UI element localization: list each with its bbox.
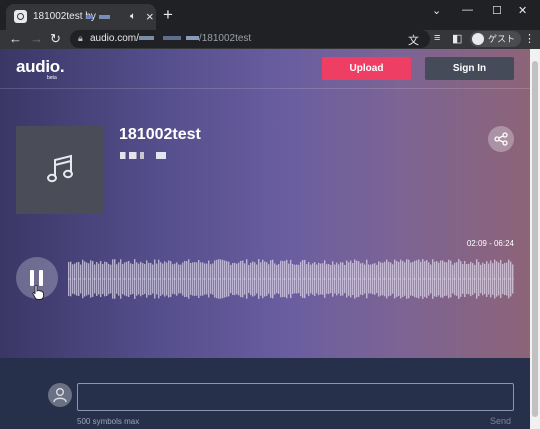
scrollbar[interactable] <box>530 49 540 429</box>
maximize-icon[interactable]: ☐ <box>492 4 502 17</box>
waveform-bar <box>116 264 118 294</box>
waveform-bar <box>156 263 158 295</box>
url-redacted <box>138 36 199 41</box>
tab-title-redacted <box>86 15 110 19</box>
waveform-bar <box>396 261 398 297</box>
menu-kebab-icon[interactable]: ⋮ <box>524 32 535 45</box>
waveform-bar <box>246 259 248 299</box>
scrollbar-thumb[interactable] <box>532 61 538 417</box>
waveform-bar <box>356 260 358 298</box>
forward-icon[interactable]: → <box>30 31 43 46</box>
comment-limit-text: 500 symbols max <box>77 417 140 426</box>
waveform-bar <box>176 262 178 296</box>
waveform-bar <box>426 260 428 298</box>
browser-tab[interactable]: 181002test by 🔈︎ × <box>6 4 156 30</box>
waveform-bar <box>236 263 238 295</box>
back-icon[interactable]: ← <box>9 31 22 46</box>
waveform-bar <box>376 264 378 294</box>
user-avatar-icon <box>48 383 72 407</box>
waveform-bar <box>206 263 208 295</box>
waveform-bar <box>486 261 488 297</box>
profile-button[interactable]: ゲスト <box>470 31 522 47</box>
waveform-bar <box>216 259 218 299</box>
side-panel-icon[interactable]: ◧ <box>452 32 462 45</box>
minimize-icon[interactable]: — <box>462 4 473 16</box>
waveform-bar <box>336 262 338 296</box>
media-queue-icon[interactable]: ≡ <box>434 32 440 44</box>
waveform-bar <box>436 261 438 297</box>
waveform-bar <box>456 262 458 296</box>
logo-beta-label: beta <box>47 75 57 81</box>
waveform-bar <box>476 259 478 299</box>
window-close-icon[interactable]: ✕ <box>518 4 527 17</box>
comments-section: 500 symbols max Send <box>0 358 530 429</box>
waveform-bar <box>276 264 278 294</box>
waveform-bar <box>146 260 148 298</box>
share-button[interactable] <box>488 126 514 152</box>
waveform-bar <box>306 264 308 294</box>
lock-icon[interactable]: 🔒︎ <box>78 33 83 44</box>
waveform-bar <box>506 262 508 296</box>
waveform-bar <box>106 262 108 296</box>
speaker-icon[interactable]: 🔈︎ <box>130 11 136 22</box>
share-icon <box>494 132 508 146</box>
browser-toolbar: ← → ↻ 🔒︎ audio.com//181002test 文 ≡ ◧ ゲスト… <box>0 30 540 49</box>
url-text: audio.com//181002test <box>90 33 252 44</box>
track-title: 181002test <box>119 126 201 143</box>
waveform-bar <box>136 262 138 296</box>
reload-icon[interactable]: ↻ <box>50 31 61 47</box>
waveform-bar <box>86 262 88 296</box>
waveform-bar <box>196 262 198 296</box>
music-note-icon <box>47 154 73 183</box>
audio-favicon-icon <box>14 10 27 23</box>
waveform-bar <box>296 264 298 294</box>
audio-waveform[interactable] <box>68 259 514 299</box>
tab-search-icon[interactable]: ⌄ <box>432 4 441 17</box>
waveform-bar <box>346 260 348 298</box>
hand-cursor-icon <box>32 285 44 300</box>
waveform-bar <box>166 262 168 296</box>
tab-bar: 181002test by 🔈︎ × + ⌄ — ☐ ✕ <box>0 0 540 30</box>
site-logo[interactable]: audio. <box>16 57 65 77</box>
track-cover-art <box>16 126 104 214</box>
waveform-bar <box>416 260 418 298</box>
waveform-bar <box>256 264 258 294</box>
page-content: audio. beta Upload Sign In 181002test 02… <box>0 49 530 429</box>
address-bar[interactable]: 🔒︎ audio.com//181002test <box>70 30 430 48</box>
waveform-bar <box>496 261 498 297</box>
waveform-bar <box>316 264 318 294</box>
waveform-bar <box>266 262 268 296</box>
waveform-bar <box>446 262 448 296</box>
translate-icon[interactable]: 文 <box>408 32 419 48</box>
pause-icon <box>30 270 34 286</box>
waveform-bar <box>366 259 368 299</box>
comment-input[interactable] <box>77 383 514 411</box>
profile-label: ゲスト <box>488 34 516 44</box>
close-tab-icon[interactable]: × <box>146 9 154 24</box>
waveform-bar <box>96 262 98 296</box>
artist-name-redacted[interactable] <box>120 152 166 159</box>
waveform-bar <box>76 262 78 296</box>
waveform-bar <box>386 259 388 299</box>
profile-avatar-icon <box>472 33 484 45</box>
site-header: audio. beta Upload Sign In <box>0 49 530 89</box>
sign-in-button[interactable]: Sign In <box>425 57 514 80</box>
waveform-bar <box>126 261 128 297</box>
waveform-bar <box>326 264 328 294</box>
upload-button[interactable]: Upload <box>322 57 411 80</box>
waveform-bar <box>286 259 288 299</box>
playback-time: 02:09 - 06:24 <box>466 239 514 248</box>
new-tab-icon[interactable]: + <box>163 5 173 25</box>
waveform-bar <box>226 261 228 297</box>
send-button[interactable]: Send <box>490 416 511 426</box>
waveform-bar <box>466 263 468 295</box>
waveform-bar <box>406 259 408 299</box>
pause-icon-bar <box>39 270 43 286</box>
waveform-bar <box>186 261 188 297</box>
